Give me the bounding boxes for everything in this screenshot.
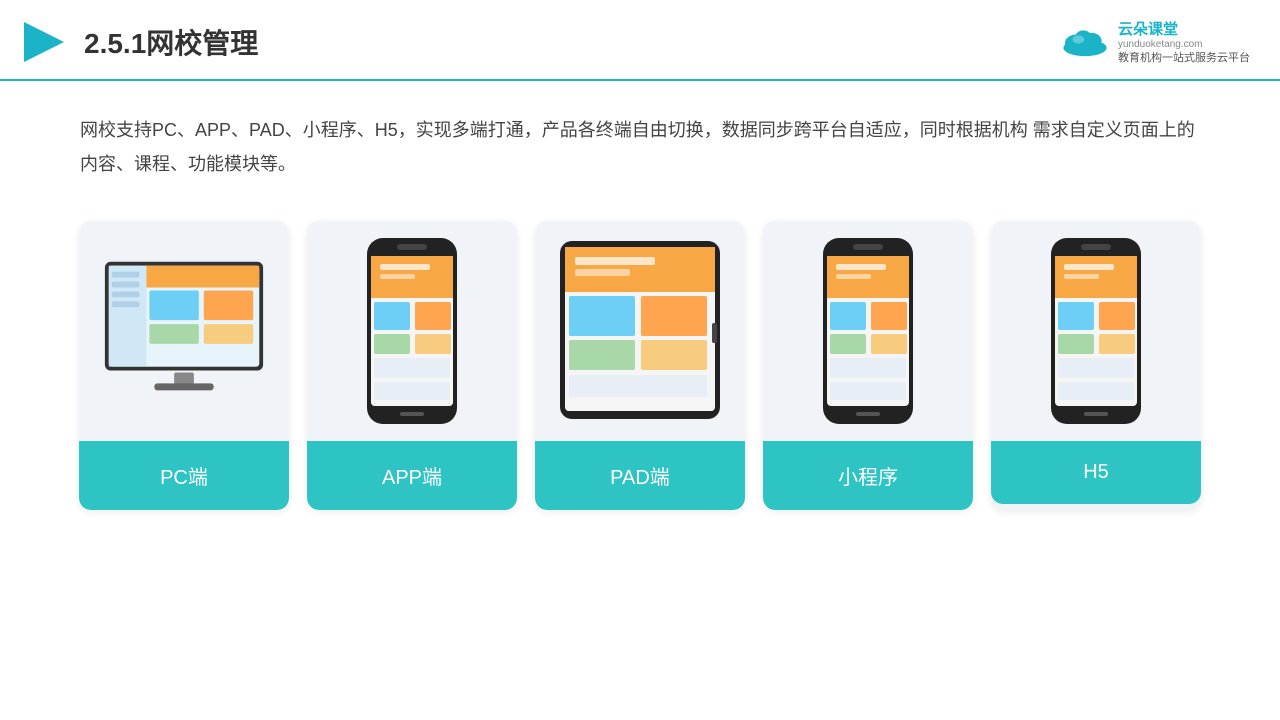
page-title: 2.5.1网校管理 — [84, 22, 258, 62]
description-text: 网校支持PC、APP、PAD、小程序、H5，实现多端打通，产品各终端自由切换，数… — [0, 81, 1280, 201]
card-pc-label: PC端 — [79, 441, 289, 510]
play-icon — [20, 18, 68, 66]
card-pc-image — [79, 221, 289, 441]
miniprogram-device-icon — [818, 236, 918, 426]
cards-container: PC端 — [0, 201, 1280, 510]
card-pad-image — [535, 221, 745, 441]
card-pad-label: PAD端 — [535, 441, 745, 510]
pc-device-icon — [95, 256, 273, 406]
card-pc: PC端 — [79, 221, 289, 510]
logo-area: 云朵课堂 yunduoketang.com 教育机构一站式服务云平台 — [1060, 18, 1250, 67]
card-miniprogram-label: 小程序 — [763, 441, 973, 510]
h5-device-icon — [1046, 236, 1146, 426]
card-h5-image — [991, 221, 1201, 441]
page-header: 2.5.1网校管理 云朵课堂 yunduoketang.com 教育机构一站式服… — [0, 0, 1280, 81]
logo-name: 云朵课堂 — [1118, 18, 1250, 39]
logo-url: yunduoketang.com — [1118, 39, 1250, 50]
card-pad: PAD端 — [535, 221, 745, 510]
app-device-icon — [362, 236, 462, 426]
card-miniprogram-image — [763, 221, 973, 441]
logo-subtitle: 教育机构一站式服务云平台 — [1118, 50, 1250, 67]
card-h5-label: H5 — [991, 441, 1201, 504]
card-h5: H5 — [991, 221, 1201, 510]
logo-icon — [1060, 24, 1110, 60]
logo-text-area: 云朵课堂 yunduoketang.com 教育机构一站式服务云平台 — [1118, 18, 1250, 67]
header-left: 2.5.1网校管理 — [20, 18, 258, 66]
pad-device-icon — [555, 233, 725, 428]
card-app-label: APP端 — [307, 441, 517, 510]
card-app-image — [307, 221, 517, 441]
card-miniprogram: 小程序 — [763, 221, 973, 510]
card-app: APP端 — [307, 221, 517, 510]
